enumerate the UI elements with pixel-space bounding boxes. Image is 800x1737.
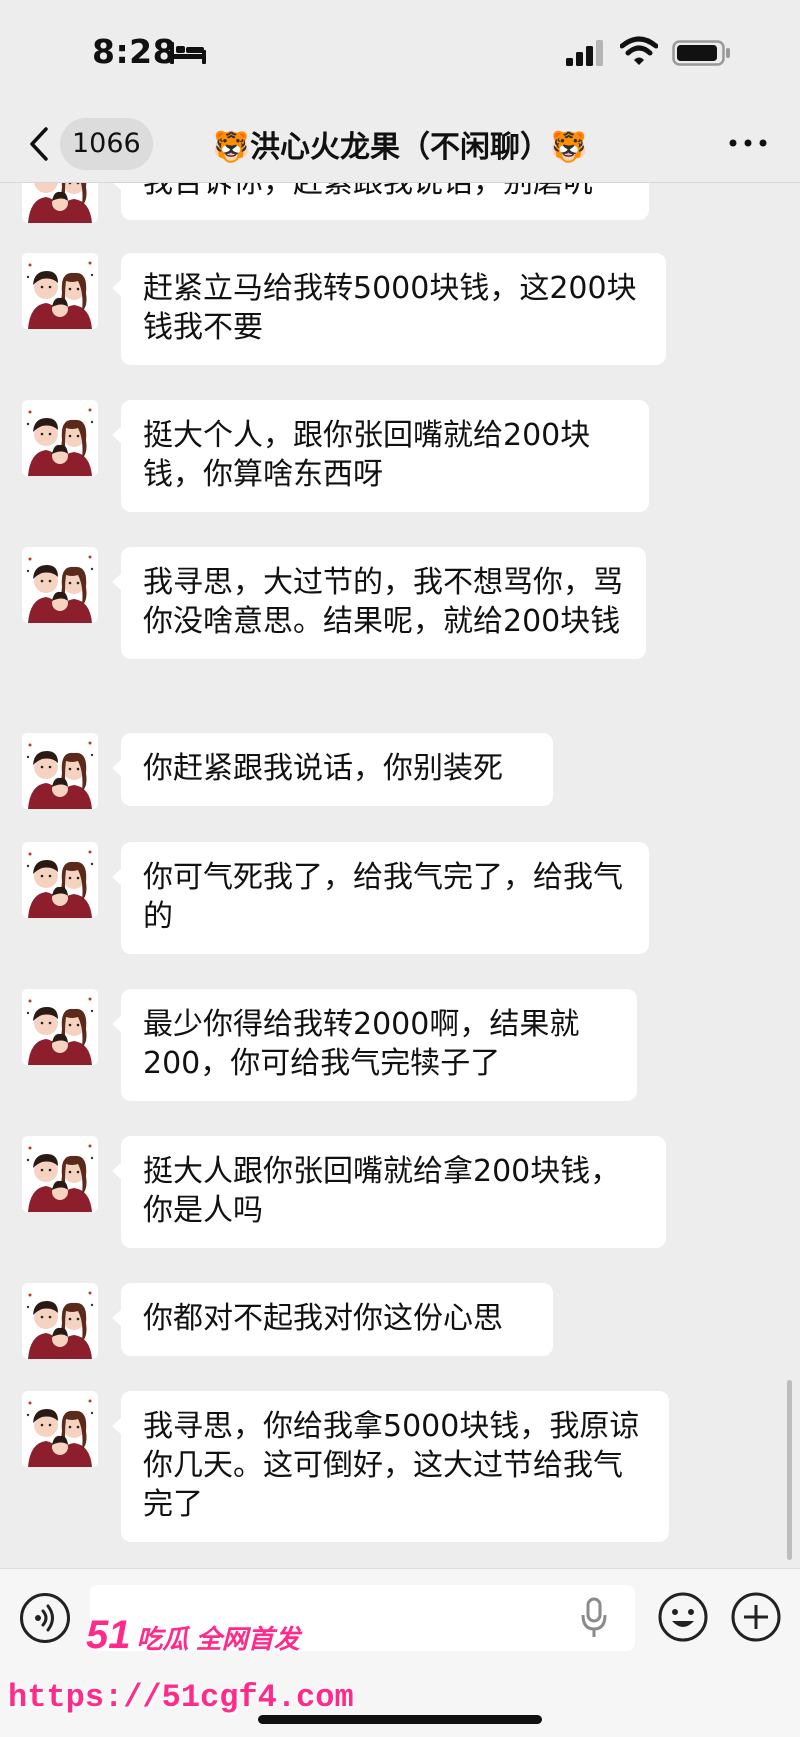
status-bar: 8:28 [0, 0, 800, 108]
message-bubble[interactable]: 赶紧立马给我转5000块钱，这200块钱我不要 [112, 253, 666, 365]
watermark-logo-number: 51 [86, 1613, 131, 1657]
status-time: 8:28 [92, 32, 177, 71]
sender-avatar[interactable] [22, 1391, 98, 1467]
message-bubble[interactable]: 我寻思，你给我拿5000块钱，我原谅你几天。这可倒好，这大过节给我气完了 [112, 1391, 669, 1542]
sender-avatar[interactable] [22, 1136, 98, 1212]
bed-icon [170, 42, 206, 64]
sender-avatar[interactable] [22, 842, 98, 918]
message-bubble[interactable]: 我告诉你，赶紧跟我说话，别磨叽 [112, 183, 649, 220]
chat-nav-bar: 1066 🐯洪心火龙果（不闲聊）🐯 [0, 108, 800, 183]
mic-icon[interactable] [580, 1597, 608, 1639]
message-bubble[interactable]: 挺大个人，跟你张回嘴就给200块钱，你算啥东西呀 [112, 400, 649, 512]
message-list[interactable]: 我告诉你，赶紧跟我说话，别磨叽 赶紧立马给我转5000块钱，这200块钱我不要 … [0, 183, 800, 1567]
sender-avatar[interactable] [22, 733, 98, 809]
voice-icon [35, 1604, 54, 1632]
home-indicator [258, 1715, 542, 1724]
sender-avatar[interactable] [22, 400, 98, 476]
back-icon[interactable] [26, 126, 52, 162]
message-bubble[interactable]: 我寻思，大过节的，我不想骂你，骂你没啥意思。结果呢，就给200块钱 [112, 547, 646, 659]
sender-avatar[interactable] [22, 253, 98, 329]
unread-count-badge[interactable]: 1066 [60, 118, 153, 170]
scrollbar[interactable] [787, 1380, 792, 1560]
message-bubble[interactable]: 挺大人跟你张回嘴就给拿200块钱，你是人吗 [112, 1136, 666, 1248]
sender-avatar[interactable] [22, 1283, 98, 1359]
message-bubble[interactable]: 最少你得给我转2000啊，结果就200，你可给我气完犊子了 [112, 989, 637, 1101]
message-bubble[interactable]: 你赶紧跟我说话，你别装死 [112, 733, 553, 806]
voice-mode-button[interactable] [20, 1593, 70, 1643]
chat-title[interactable]: 🐯洪心火龙果（不闲聊）🐯 [150, 122, 650, 166]
wifi-icon [620, 36, 658, 65]
watermark-logo-text: 吃瓜 全网首发 [136, 1624, 300, 1654]
sender-avatar[interactable] [22, 183, 98, 223]
more-icon[interactable] [728, 138, 768, 148]
message-bubble[interactable]: 你可气死我了，给我气完了，给我气的 [112, 842, 649, 954]
sender-avatar[interactable] [22, 547, 98, 623]
plus-icon[interactable] [730, 1591, 782, 1643]
watermark-url: https://51cgf4.com [8, 1679, 354, 1716]
watermark-logo: 51 吃瓜 全网首发 [86, 1613, 300, 1658]
message-bubble[interactable]: 你都对不起我对你这份心思 [112, 1283, 553, 1356]
emoji-icon[interactable] [657, 1591, 709, 1643]
signal-icon [566, 40, 603, 66]
sender-avatar[interactable] [22, 989, 98, 1065]
battery-icon [672, 40, 730, 66]
input-bar: 51 吃瓜 全网首发 https://51cgf4.com [0, 1568, 800, 1737]
